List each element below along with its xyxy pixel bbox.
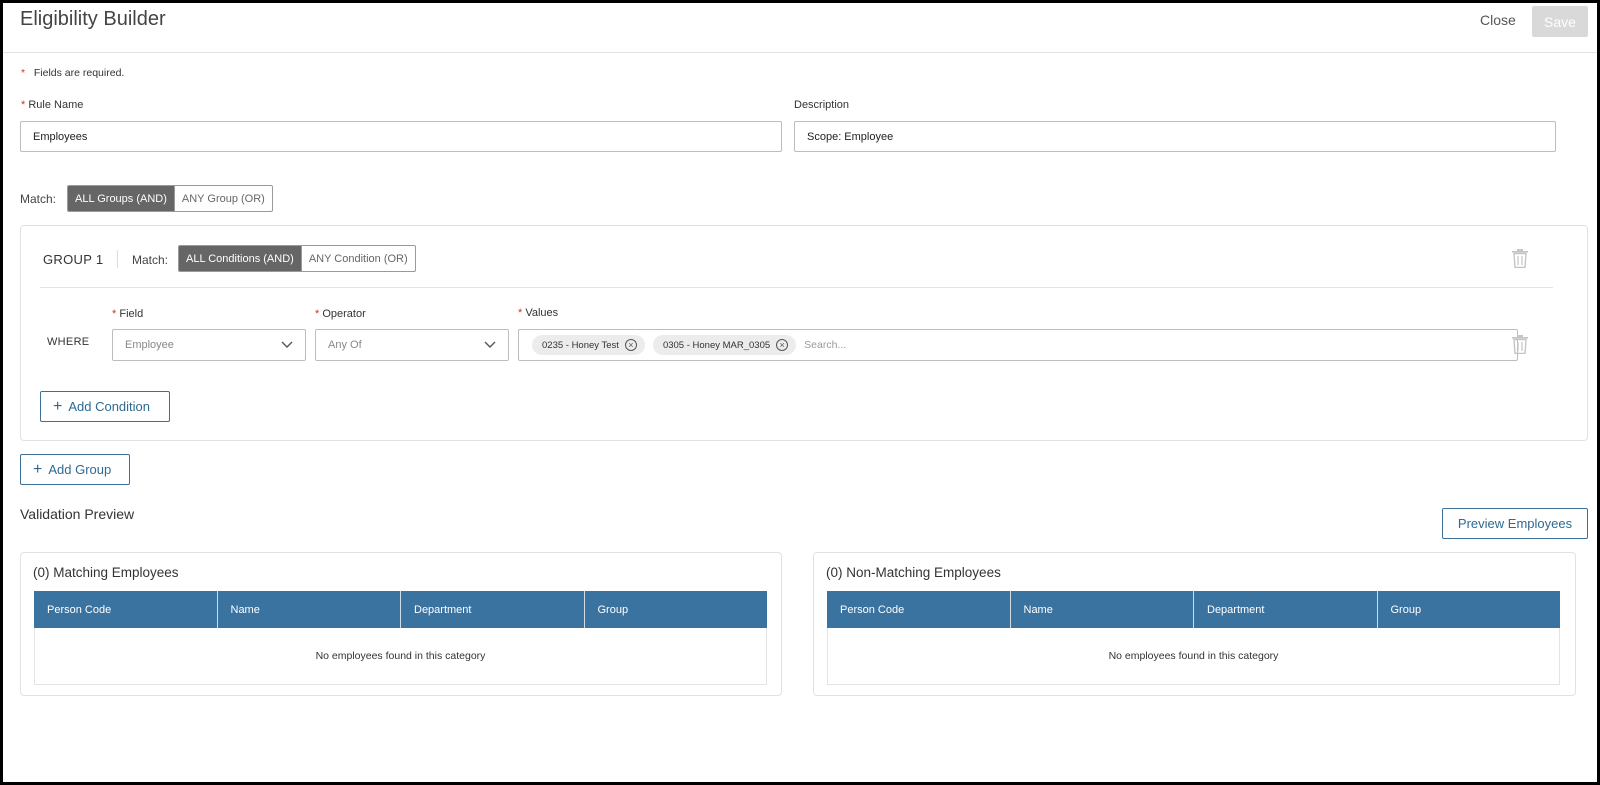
match-any-condition-option[interactable]: ANY Condition (OR) [300,246,415,271]
value-chip: 0235 - Honey Test × [532,335,645,355]
plus-icon: + [33,460,43,478]
match-conditions-toggle: ALL Conditions (AND) ANY Condition (OR) [178,245,416,272]
non-matching-employees-panel: (0) Non-Matching Employees Person Code N… [813,552,1576,696]
group-title: GROUP 1 [43,252,104,267]
description-label: Description [794,99,850,111]
table-header: Person Code Name Department Group [827,591,1560,628]
values-label: * Values [518,307,559,319]
rule-name-label: * Rule Name [21,99,84,111]
table-header: Person Code Name Department Group [34,591,767,628]
field-select[interactable]: Employee [112,329,306,361]
column-header-department[interactable]: Department [400,591,584,628]
chevron-down-icon [484,341,496,349]
column-header-group[interactable]: Group [1376,591,1561,628]
save-button[interactable]: Save [1532,6,1588,37]
rule-name-input[interactable]: Employees [20,121,782,152]
field-select-value: Employee [125,339,174,351]
required-marker: * [21,67,26,79]
column-header-person-code[interactable]: Person Code [34,591,217,628]
operator-select[interactable]: Any Of [315,329,509,361]
group-title-separator [117,250,118,268]
empty-state-message: No employees found in this category [34,628,767,685]
remove-chip-icon[interactable]: × [624,339,637,351]
match-any-group-option[interactable]: ANY Group (OR) [173,186,272,211]
preview-employees-button[interactable]: Preview Employees [1442,508,1588,539]
add-group-button[interactable]: + Add Group [20,454,130,485]
add-condition-button[interactable]: + Add Condition [40,391,170,422]
non-matching-employees-table: Person Code Name Department Group No emp… [827,591,1560,685]
description-input[interactable]: Scope: Employee [794,121,1556,152]
field-label: * Field [112,308,144,320]
operator-label: * Operator [315,308,366,320]
required-note: * Fields are required. [21,67,124,79]
remove-chip-icon[interactable]: × [776,339,789,351]
column-header-person-code[interactable]: Person Code [827,591,1010,628]
close-button[interactable]: Close [1480,12,1516,28]
column-header-group[interactable]: Group [583,591,768,628]
page-title: Eligibility Builder [20,8,166,30]
match-all-groups-option[interactable]: ALL Groups (AND) [68,186,174,211]
non-matching-employees-title: (0) Non-Matching Employees [826,565,1001,580]
chevron-down-icon [281,341,293,349]
values-search-input[interactable]: Search... [804,339,846,351]
header-bar: Eligibility Builder Close Save [3,3,1597,53]
matching-employees-title: (0) Matching Employees [33,565,179,580]
match-all-conditions-option[interactable]: ALL Conditions (AND) [179,246,301,271]
column-header-name[interactable]: Name [1009,591,1194,628]
plus-icon: + [53,397,63,415]
validation-preview-title: Validation Preview [20,506,135,522]
group-divider [40,287,1553,288]
delete-group-icon[interactable] [1512,249,1528,268]
value-chip: 0305 - Honey MAR_0305 × [652,335,797,355]
match-conditions-label: Match: [132,253,169,267]
matching-employees-panel: (0) Matching Employees Person Code Name … [20,552,782,696]
required-note-text: Fields are required. [33,67,125,79]
group-card: GROUP 1 Match: ALL Conditions (AND) ANY … [20,225,1588,441]
eligibility-builder-window: Eligibility Builder Close Save * Fields … [3,3,1597,782]
column-header-department[interactable]: Department [1193,591,1377,628]
match-groups-label: Match: [20,192,57,206]
where-label: WHERE [47,336,90,348]
match-groups-toggle: ALL Groups (AND) ANY Group (OR) [67,185,273,212]
matching-employees-table: Person Code Name Department Group No emp… [34,591,767,685]
operator-select-value: Any Of [328,339,362,351]
empty-state-message: No employees found in this category [827,628,1560,685]
values-multiselect[interactable]: 0235 - Honey Test × 0305 - Honey MAR_030… [518,329,1518,361]
delete-condition-icon[interactable] [1512,335,1528,354]
column-header-name[interactable]: Name [216,591,401,628]
